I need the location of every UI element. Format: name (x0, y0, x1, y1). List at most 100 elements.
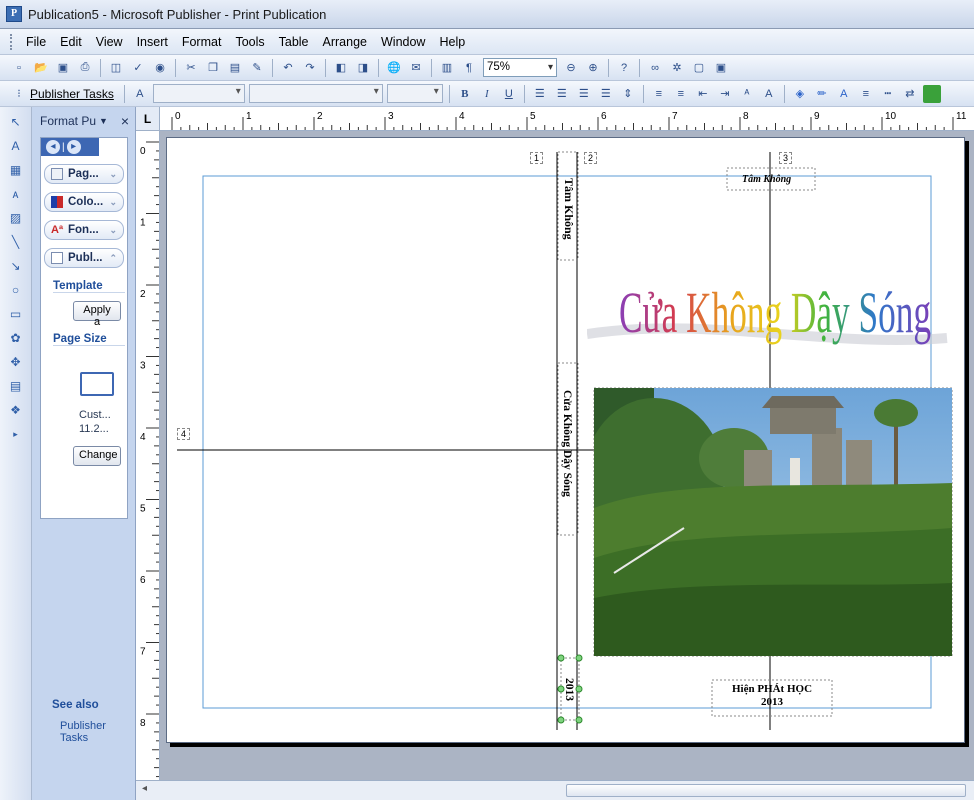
bullets-icon[interactable]: ≡ (672, 85, 690, 103)
menu-edit[interactable]: Edit (53, 35, 89, 49)
selection-handle[interactable] (575, 716, 583, 724)
font-size-select[interactable] (386, 84, 443, 103)
font-select[interactable] (248, 84, 383, 103)
font-color-icon[interactable]: A (835, 85, 853, 103)
menu-table[interactable]: Table (272, 35, 316, 49)
undo-icon[interactable]: ↶ (279, 59, 297, 77)
menu-insert[interactable]: Insert (130, 35, 175, 49)
line-spacing-icon[interactable]: ⇕ (619, 85, 637, 103)
format-painter-icon[interactable]: ✎ (248, 59, 266, 77)
text-box-icon[interactable]: A (6, 137, 26, 155)
save-icon[interactable]: ▣ (54, 59, 72, 77)
print-icon[interactable]: ⎙ (76, 59, 94, 77)
horizontal-ruler[interactable]: 0 1 2 3 4 5 6 7 8 9 10 11 (160, 107, 974, 131)
wordart-title[interactable]: Cửa Không Dậy Sóng (587, 246, 962, 366)
decrease-font-icon[interactable]: ᴬ (738, 85, 756, 103)
decrease-indent-icon[interactable]: ⇤ (694, 85, 712, 103)
zoom-select[interactable]: 75% (483, 58, 557, 77)
zoom-in-icon[interactable]: ⊕ (584, 59, 602, 77)
web-icon[interactable]: ✲ (668, 59, 686, 77)
spelling-icon[interactable]: ✓ (129, 59, 147, 77)
print-preview-icon[interactable]: ◫ (107, 59, 125, 77)
italic-icon[interactable]: I (478, 85, 496, 103)
paste-icon[interactable]: ▤ (226, 59, 244, 77)
select-objects-icon[interactable]: ↖ (6, 113, 26, 131)
item-from-library-icon[interactable]: ❖ (6, 401, 26, 419)
selection-handle[interactable] (557, 654, 565, 662)
line-icon[interactable]: ╲ (6, 233, 26, 251)
section-page-options[interactable]: Pag... ⌄ (44, 164, 124, 184)
section-color-schemes[interactable]: Colo... ⌄ (44, 192, 124, 212)
open-icon[interactable]: 📂 (32, 59, 50, 77)
menu-help[interactable]: Help (432, 35, 472, 49)
selection-handle[interactable] (557, 716, 565, 724)
redo-icon[interactable]: ↷ (301, 59, 319, 77)
mail-merge-icon[interactable]: ✉ (407, 59, 425, 77)
task-pane-menu-icon[interactable]: ▼ (99, 116, 108, 126)
arrow-style-icon[interactable]: ⇄ (901, 85, 919, 103)
rectangle-icon[interactable]: ▭ (6, 305, 26, 323)
oval-icon[interactable]: ○ (6, 281, 26, 299)
link-icon[interactable]: ∞ (646, 59, 664, 77)
spine-title-text[interactable]: Cửa Không Dậy Sóng (561, 390, 573, 497)
menu-view[interactable]: View (89, 35, 130, 49)
scrollbar-thumb[interactable] (566, 784, 966, 797)
copy-icon[interactable]: ❐ (204, 59, 222, 77)
hot-spot-icon[interactable]: ✥ (6, 353, 26, 371)
ruler-corner[interactable]: L (136, 107, 160, 131)
align-center-icon[interactable]: ☰ (553, 85, 571, 103)
menu-grip-icon[interactable] (10, 33, 13, 50)
horizontal-scrollbar[interactable]: ◂ (136, 780, 974, 800)
arrow-icon[interactable]: ↘ (6, 257, 26, 275)
increase-font-icon[interactable]: A (760, 85, 778, 103)
zoom-out-icon[interactable]: ⊖ (562, 59, 580, 77)
apply-template-button[interactable]: Apply a (73, 301, 121, 328)
bring-forward-icon[interactable]: ◧ (332, 59, 350, 77)
new-icon[interactable]: ▫ (10, 59, 28, 77)
align-right-icon[interactable]: ☰ (575, 85, 593, 103)
selection-handle[interactable] (575, 654, 583, 662)
picture-frame-icon[interactable]: ▨ (6, 209, 26, 227)
columns-icon[interactable]: ▥ (438, 59, 456, 77)
increase-indent-icon[interactable]: ⇥ (716, 85, 734, 103)
more-tools-icon[interactable]: ▸ (6, 425, 26, 443)
menu-format[interactable]: Format (175, 35, 229, 49)
dash-style-icon[interactable]: ┅ (879, 85, 897, 103)
menu-window[interactable]: Window (374, 35, 432, 49)
justify-icon[interactable]: ☰ (597, 85, 615, 103)
menu-file[interactable]: File (19, 35, 53, 49)
scroll-left-icon[interactable]: ◂ (142, 783, 147, 794)
menu-arrange[interactable]: Arrange (316, 35, 374, 49)
footer-text[interactable]: Hiện PHÁt HỌC 2013 (712, 683, 832, 709)
section-publication-options[interactable]: Publ... ⌃ (44, 248, 124, 268)
temple-photo[interactable] (594, 388, 952, 656)
align-left-icon[interactable]: ☰ (531, 85, 549, 103)
design-gallery-icon[interactable]: ▤ (6, 377, 26, 395)
insert-table-icon[interactable]: ▦ (6, 161, 26, 179)
selection-handle[interactable] (575, 685, 583, 693)
wordart-icon[interactable]: ᴀ (6, 185, 26, 203)
pilcrow-icon[interactable]: ¶ (460, 59, 478, 77)
publication-page[interactable]: 1 2 3 4 Tâm Không Cửa Không Dậy Sóng 201… (166, 137, 965, 743)
numbering-icon[interactable]: ≡ (650, 85, 668, 103)
vertical-ruler[interactable]: 0 1 2 3 4 5 6 7 8 (136, 131, 160, 780)
cut-icon[interactable]: ✂ (182, 59, 200, 77)
publisher-tasks-link[interactable]: Publisher Tasks (60, 720, 135, 744)
back-icon[interactable]: ◂ (46, 140, 60, 154)
close-icon[interactable]: × (121, 113, 129, 129)
change-page-size-button[interactable]: Change (73, 446, 121, 466)
styles-icon[interactable]: A (131, 85, 149, 103)
send-backward-icon[interactable]: ◨ (354, 59, 372, 77)
autoshapes-icon[interactable]: ✿ (6, 329, 26, 347)
spine-year-text[interactable]: 2013 (563, 678, 575, 701)
line-color-icon[interactable]: ✏ (813, 85, 831, 103)
page-icon[interactable]: ▢ (690, 59, 708, 77)
author-text[interactable]: Tâm Không (742, 174, 791, 185)
style-select[interactable] (152, 84, 245, 103)
research-icon[interactable]: ◉ (151, 59, 169, 77)
hyperlink-icon[interactable]: 🌐 (385, 59, 403, 77)
menu-tools[interactable]: Tools (228, 35, 271, 49)
preview-icon[interactable]: ▣ (712, 59, 730, 77)
help-icon[interactable]: ? (615, 59, 633, 77)
tasks-grip-icon[interactable]: ⁝ (10, 85, 28, 103)
